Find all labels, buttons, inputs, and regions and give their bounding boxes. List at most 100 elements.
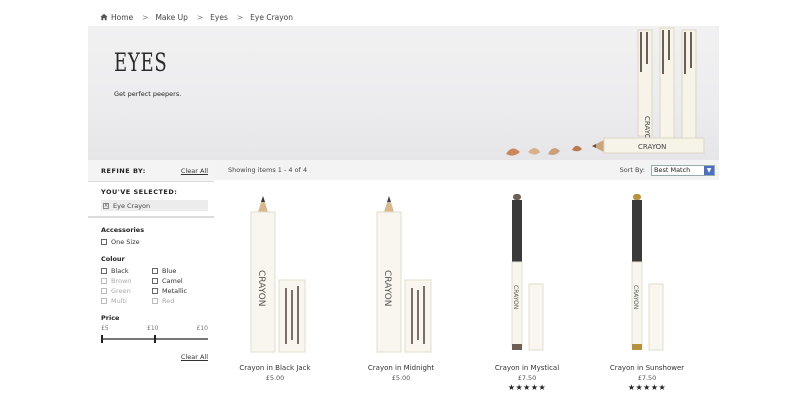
product-image[interactable]: CRAYON <box>587 190 707 358</box>
checkbox[interactable] <box>152 268 158 274</box>
filter-option-label: One Size <box>111 238 140 246</box>
stick-band <box>512 344 522 350</box>
divider <box>88 216 214 218</box>
sort-control: Sort By: Best Match ▼ <box>619 164 715 176</box>
product-card[interactable]: CRAYON Crayon in Sunshower £7.50 ★★★★★ <box>587 190 707 395</box>
filter-option-camel[interactable]: Camel <box>152 276 203 286</box>
filter-option-metallic[interactable]: Metallic <box>152 286 203 296</box>
filter-option-label: Blue <box>162 267 177 275</box>
product-name[interactable]: Crayon in Sunshower <box>587 364 707 372</box>
refine-sidebar: REFINE BY: Clear All YOU'VE SELECTED: × … <box>88 160 214 400</box>
filter-option-blue[interactable]: Blue <box>152 266 203 276</box>
accessories-title: Accessories <box>101 226 145 234</box>
product-name[interactable]: Crayon in Mystical <box>467 364 587 372</box>
results-count: Showing items 1 - 4 of 4 <box>228 166 308 174</box>
filter-option-label: Metallic <box>162 287 188 295</box>
hero-product-image: CRAYON CRAYON <box>506 27 705 156</box>
selected-filters: YOU'VE SELECTED: × Eye Crayon <box>101 188 214 211</box>
stick-tip <box>513 194 521 200</box>
svg-text:CRAYON: CRAYON <box>638 143 666 151</box>
results-toolbar: Showing items 1 - 4 of 4 Sort By: Best M… <box>214 160 719 180</box>
product-image[interactable]: CRAYON <box>467 190 587 358</box>
filter-option-black[interactable]: Black <box>101 266 152 276</box>
stick-brand-text: CRAYON <box>632 285 639 309</box>
stick-brand-text: CRAYON <box>512 285 519 309</box>
product-name[interactable]: Crayon in Black Jack <box>215 364 335 372</box>
breadcrumb-eye-crayon: Eye Crayon <box>250 12 294 22</box>
slider-handle-max[interactable] <box>153 335 156 343</box>
checkbox <box>101 298 107 304</box>
pencil-brand-text: CRAYON <box>256 270 266 306</box>
checkbox[interactable] <box>152 288 158 294</box>
product-card[interactable]: CRAYON Crayon in Midnight £5.00 <box>341 190 461 395</box>
product-image[interactable]: CRAYON <box>215 190 335 358</box>
clear-all-link[interactable]: Clear All <box>181 167 208 175</box>
product-price: £7.50 <box>517 374 537 382</box>
filter-option-green: Green <box>101 286 152 296</box>
selected-title: YOU'VE SELECTED: <box>101 188 178 196</box>
filter-option-one-size[interactable]: One Size <box>101 237 214 247</box>
swatch-line <box>285 288 287 344</box>
colour-filter: Colour Black Blue Brown Camel Green Meta… <box>101 255 214 306</box>
pencil-brand-text: CRAYON <box>382 270 392 306</box>
star-rating: ★★★★★ <box>507 383 547 392</box>
checkbox <box>101 278 107 284</box>
hero-subtitle: Get perfect peepers. <box>114 90 182 98</box>
stick-tip <box>633 194 641 200</box>
stick-band <box>632 344 642 350</box>
pencil-tip <box>261 196 265 202</box>
price-max-label: £10 <box>196 325 208 332</box>
filter-option-label: Red <box>162 297 175 305</box>
sort-select[interactable]: Best Match ▼ <box>651 164 715 176</box>
breadcrumb-make-up[interactable]: Make Up <box>155 13 187 22</box>
sort-value: Best Match <box>654 166 691 174</box>
slider-handle-min[interactable] <box>101 335 103 343</box>
product-card[interactable]: CRAYON Crayon in Black Jack £5.00 <box>215 190 335 395</box>
breadcrumb-separator: > <box>236 12 244 22</box>
stick-upper <box>632 200 642 262</box>
price-labels: £5 £10 £10 <box>101 325 208 334</box>
filter-option-label: Multi <box>111 297 127 305</box>
breadcrumb-separator: > <box>142 12 149 22</box>
breadcrumb-separator: > <box>196 12 204 22</box>
breadcrumb-home[interactable]: Home <box>111 13 133 22</box>
home-icon <box>100 13 108 21</box>
stick-upper <box>512 200 522 262</box>
checkbox[interactable] <box>152 278 158 284</box>
product-name[interactable]: Crayon in Midnight <box>341 364 461 372</box>
product-image[interactable]: CRAYON <box>341 190 461 358</box>
pencil-tip <box>387 196 391 202</box>
chevron-down-icon[interactable]: ▼ <box>704 165 714 175</box>
checkbox <box>152 298 158 304</box>
refine-label: REFINE BY: <box>101 166 146 175</box>
product-card[interactable]: CRAYON Crayon in Mystical £7.50 ★★★★★ <box>467 190 587 395</box>
breadcrumb-eyes[interactable]: Eyes <box>210 13 228 22</box>
filter-option-multi: Multi <box>101 296 152 306</box>
hero-title: EYES <box>114 48 168 77</box>
swatch-line <box>423 286 425 344</box>
product-price: £5.00 <box>391 374 411 382</box>
colour-title: Colour <box>101 255 125 263</box>
swatch-line <box>411 288 413 344</box>
filter-option-label: Green <box>111 287 131 295</box>
remove-icon[interactable]: × <box>103 202 109 209</box>
price-min-label: £5 <box>101 325 109 332</box>
filter-option-label: Camel <box>162 277 183 285</box>
price-title: Price <box>101 314 120 322</box>
breadcrumb: Home > Make Up > Eyes > Eye Crayon <box>100 11 293 23</box>
product-price: £7.50 <box>637 374 657 382</box>
selected-filter-chip[interactable]: × Eye Crayon <box>101 200 208 211</box>
selected-filter-label: Eye Crayon <box>113 201 151 210</box>
swatch-line <box>417 290 419 340</box>
sort-label: Sort By: <box>619 166 645 174</box>
checkbox[interactable] <box>101 268 107 274</box>
filter-option-label: Black <box>111 267 129 275</box>
filter-option-brown: Brown <box>101 276 152 286</box>
stick-cap <box>648 283 664 351</box>
checkbox <box>101 288 107 294</box>
filter-option-red: Red <box>152 296 203 306</box>
accessories-filter: Accessories One Size <box>101 226 214 247</box>
price-slider[interactable] <box>101 335 208 343</box>
clear-all-bottom-link[interactable]: Clear All <box>181 353 208 361</box>
checkbox[interactable] <box>101 239 107 245</box>
